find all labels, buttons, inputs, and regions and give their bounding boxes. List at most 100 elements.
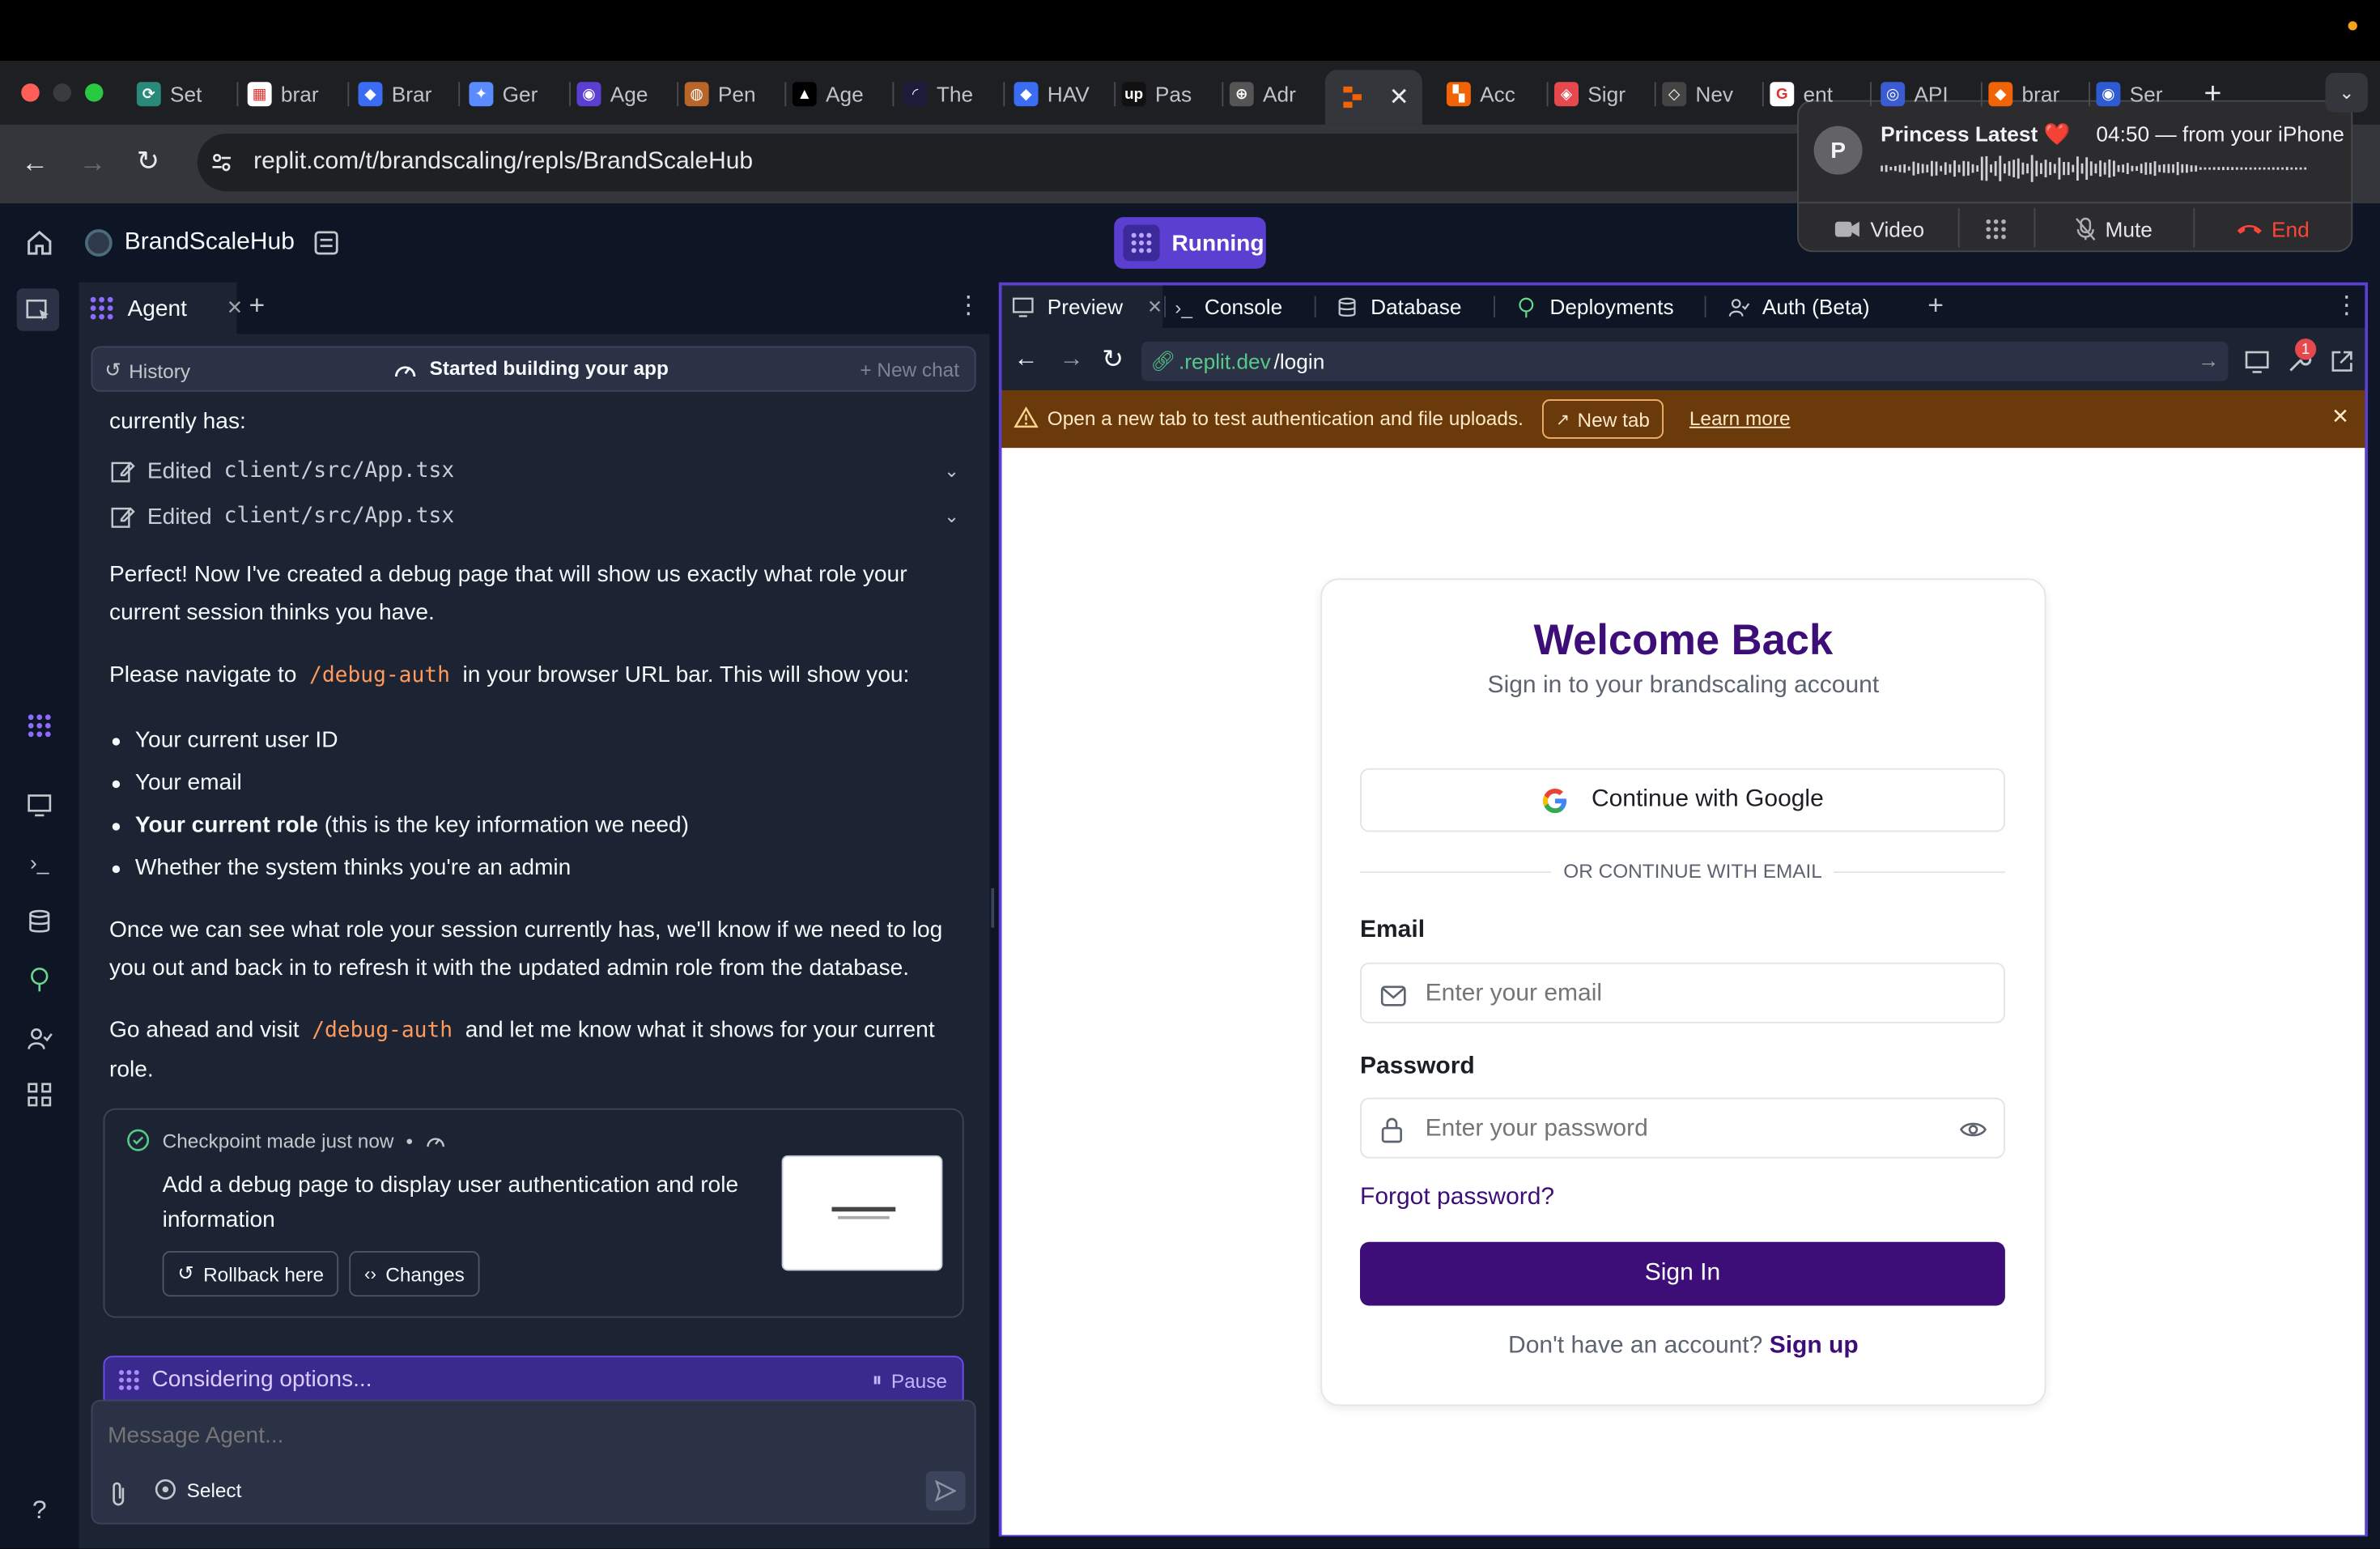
add-panel-tab-icon[interactable]: + — [1927, 290, 1944, 321]
select-element-button[interactable]: Select — [153, 1477, 241, 1501]
send-button[interactable] — [925, 1470, 966, 1511]
waveform-bar — [2204, 167, 2207, 170]
forgot-password-link[interactable]: Forgot password? — [1360, 1185, 1554, 1212]
new-tab-icon[interactable]: + — [2204, 73, 2222, 116]
preview-url-bar[interactable]: 🔗︎ .replit.dev/login → — [1141, 341, 2229, 381]
sign-up-link[interactable]: Sign up — [1770, 1333, 1859, 1359]
auth-rail-icon[interactable] — [23, 1022, 56, 1055]
browser-tab[interactable]: ▚ Acc — [1446, 73, 1535, 116]
resize-handle[interactable] — [991, 887, 995, 928]
bullet-dot — [112, 823, 121, 831]
browser-tab[interactable]: ⟳ Set — [136, 73, 225, 116]
browser-tab[interactable]: ✦ Ger — [469, 73, 557, 116]
minimize-window-button[interactable] — [53, 83, 72, 102]
agent-tab[interactable]: Agent ✕ — [79, 282, 243, 334]
show-password-icon[interactable] — [1959, 1117, 1987, 1142]
database-rail-icon[interactable] — [23, 905, 56, 938]
keypad-button[interactable] — [1958, 208, 2034, 251]
preview-reload-icon[interactable]: ↻ — [1102, 345, 1124, 376]
forward-icon[interactable]: → — [79, 147, 107, 179]
video-button[interactable]: Video — [1800, 208, 1958, 251]
devices-icon[interactable] — [2243, 347, 2271, 375]
browser-tab-active[interactable]: ✕ — [1324, 70, 1422, 125]
preview-rail-icon[interactable] — [23, 788, 56, 821]
browser-tab[interactable]: up Pas — [1121, 73, 1210, 116]
google-signin-button[interactable]: Continue with Google — [1360, 768, 2005, 832]
deployments-rail-icon[interactable] — [23, 963, 56, 996]
rollback-label: Rollback here — [203, 1262, 325, 1286]
tab-search-icon[interactable]: ⌄ — [2325, 73, 2368, 113]
close-preview-tab-icon[interactable]: ✕ — [1147, 296, 1162, 317]
caller-name-text: Princess Latest — [1881, 121, 2038, 146]
sign-in-button[interactable]: Sign In — [1360, 1241, 2005, 1306]
add-tab-icon[interactable]: + — [249, 290, 266, 321]
browser-tab[interactable]: Gent — [1770, 73, 1858, 116]
changes-button[interactable]: ‹› Changes — [349, 1251, 480, 1297]
end-call-button[interactable]: End — [2193, 208, 2351, 251]
site-settings-icon[interactable] — [210, 151, 234, 175]
session-title[interactable]: Started building your app — [393, 357, 669, 380]
agent-rail-icon[interactable] — [23, 709, 56, 743]
email-field[interactable] — [1425, 976, 1987, 1013]
project-name[interactable]: BrandScaleHub — [125, 229, 295, 257]
home-icon[interactable] — [24, 228, 55, 258]
waveform-bar — [2063, 162, 2065, 176]
attach-icon[interactable] — [108, 1480, 129, 1508]
back-icon[interactable]: ← — [21, 147, 49, 179]
new-chat-button[interactable]: + New chat — [860, 359, 959, 381]
waveform-bar — [1985, 155, 1988, 181]
browser-tab-title: Pen — [717, 82, 756, 107]
close-window-button[interactable] — [21, 83, 40, 102]
help-icon[interactable]: ? — [23, 1494, 56, 1527]
agent-menu-icon[interactable]: ⋮ — [956, 290, 980, 321]
close-tab-icon[interactable]: ✕ — [1389, 82, 1409, 113]
pause-button[interactable]: ⏸ Pause — [872, 1368, 947, 1392]
reload-icon[interactable]: ↻ — [137, 146, 159, 177]
browser-tab[interactable]: ◆ Brar — [358, 73, 447, 116]
browser-tab[interactable]: ◆ brar — [1988, 73, 2076, 116]
browser-tab[interactable]: ◇ Nev — [1662, 73, 1750, 116]
browser-tab[interactable]: ◈ Sigr — [1554, 73, 1643, 116]
browser-tab[interactable]: ◎ API — [1881, 73, 1969, 116]
tab-database[interactable]: Database — [1336, 286, 1462, 329]
new-tab-button[interactable]: ↗ New tab — [1542, 399, 1664, 439]
browser-tab[interactable]: ◍ Pen — [684, 73, 773, 116]
file-tree-icon[interactable] — [16, 288, 60, 331]
waveform-bar — [2108, 160, 2111, 178]
close-banner-icon[interactable]: ✕ — [2331, 404, 2349, 430]
browser-tab[interactable]: ◉ Ser — [2096, 73, 2184, 116]
edit-entry[interactable]: Edited client/src/App.tsx ⌄ — [109, 453, 959, 489]
tab-divider — [1314, 296, 1316, 317]
tab-console[interactable]: ›_ Console — [1175, 286, 1282, 329]
maximize-window-button[interactable] — [85, 83, 104, 102]
open-external-icon[interactable] — [2328, 347, 2356, 375]
project-info-icon[interactable] — [312, 229, 340, 257]
browser-tab[interactable]: ◜ The — [903, 73, 992, 116]
preview-back-icon[interactable]: ← — [1014, 347, 1039, 374]
all-tools-icon[interactable] — [23, 1078, 56, 1111]
close-agent-tab-icon[interactable]: ✕ — [227, 296, 243, 321]
browser-tab[interactable]: ▲ Age — [792, 73, 881, 116]
mute-button[interactable]: Mute — [2034, 208, 2194, 251]
preview-forward-icon[interactable]: → — [1060, 347, 1084, 374]
panel-menu-icon[interactable]: ⋮ — [2335, 290, 2359, 321]
message-input[interactable] — [108, 1416, 958, 1453]
browser-tab[interactable]: ⊕ Adr — [1229, 73, 1318, 116]
waveform-bar — [1949, 164, 1952, 173]
browser-tab[interactable]: ▦ brar — [247, 73, 336, 116]
learn-more-link[interactable]: Learn more — [1689, 407, 1791, 430]
go-icon[interactable]: → — [2198, 347, 2219, 372]
browser-tab[interactable]: ◉ Age — [576, 73, 665, 116]
tab-auth[interactable]: Auth (Beta) — [1728, 286, 1870, 329]
run-button[interactable]: Running — [1114, 217, 1266, 269]
password-field[interactable] — [1425, 1111, 1942, 1148]
browser-tab-title: brar — [280, 82, 319, 107]
rollback-button[interactable]: ↺ Rollback here — [162, 1251, 339, 1297]
history-button[interactable]: ↺ History — [104, 359, 190, 383]
tab-preview-label[interactable]: Preview ✕ — [1011, 286, 1162, 329]
console-rail-icon[interactable]: ›_ — [23, 845, 56, 879]
tab-deployments[interactable]: Deployments — [1515, 286, 1674, 329]
checkpoint-thumbnail[interactable] — [781, 1155, 943, 1271]
browser-tab[interactable]: ◆ HAV — [1014, 73, 1103, 116]
edit-entry[interactable]: Edited client/src/App.tsx ⌄ — [109, 498, 959, 534]
